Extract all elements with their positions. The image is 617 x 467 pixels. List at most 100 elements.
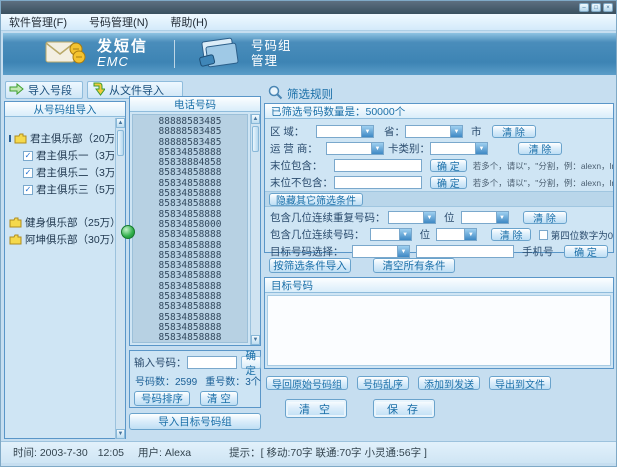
transfer-green-button[interactable] [121,225,135,239]
target-panel-header: 目标号码 [265,278,613,293]
chevron-down-icon[interactable]: ▼ [464,229,476,240]
suffix-include-confirm-button[interactable]: 确 定 [430,159,467,172]
tree-item[interactable]: ✓君主俱乐一（3万） [6,147,114,164]
chevron-down-icon[interactable]: ▼ [397,246,409,257]
window-controls: – □ × [579,3,613,12]
serial-digits-clear-button[interactable]: 清 除 [491,228,531,241]
export-actions-row: 导回原始号码组号码乱序添加到发送导出到文件 [266,376,551,390]
scroll-thumb[interactable] [117,130,124,156]
serial-digits-value-select[interactable]: ▼ [436,228,477,241]
green-arrow-right-icon [9,83,24,98]
fourth-digit-checkbox[interactable] [539,230,548,240]
carrier-clear-button[interactable]: 清 除 [518,142,562,155]
tree-item-label: 君主俱乐一（3万） [36,148,114,163]
tree-node-icon[interactable] [9,135,11,142]
scroll-up-icon[interactable]: ▲ [251,114,260,124]
repeat-digits-clear-button[interactable]: 清 除 [523,211,567,224]
header-banner: 发短信 EMC 号码组 管理 [3,33,616,75]
repeat-digits-value-select[interactable]: ▼ [461,211,509,224]
chevron-down-icon[interactable]: ▼ [475,143,487,154]
minimize-icon[interactable]: – [579,3,589,12]
scroll-up-icon[interactable]: ▲ [116,118,125,128]
number-input[interactable] [187,356,237,369]
multi-value-hint: 若多个，请以"，"分割，例：alexn，lmn，alexn.net。 [473,177,613,189]
app-window: – □ × 软件管理(F) 号码管理(N) 帮助(H) 发短信 EMC [0,0,617,467]
number-input-box: 输入号码： 确定 号码数：2599 重号数：3个 号码排序 清 空 [129,350,261,408]
chevron-down-icon[interactable]: ▼ [450,126,462,137]
suffix-exclude-input[interactable] [334,176,422,189]
scroll-down-icon[interactable]: ▼ [251,335,260,345]
export-back-original-button[interactable]: 导回原始号码组 [266,376,348,390]
region-select[interactable]: ▼ [316,125,374,138]
carrier-select[interactable]: ▼ [326,142,384,155]
menu-item-2[interactable]: 帮助(H) [170,14,207,30]
save-button[interactable]: 保 存 [373,399,435,418]
module-heading: 号码组 管理 [197,36,292,73]
phone-number-list: 8888858348588888583485888885834858583485… [132,114,248,343]
repeat-digits-select[interactable]: ▼ [388,211,436,224]
chevron-down-icon[interactable]: ▼ [361,126,373,137]
statusbar: 时间: 2003-7-30 12:05 用户: Alexa 提示：[ 移动:70… [1,441,616,463]
tree-item[interactable]: ✓君主俱乐三（5万） [6,181,114,198]
clear-button[interactable]: 清 空 [285,399,347,418]
target-number-area[interactable] [267,295,611,366]
suffix-include-input[interactable] [334,159,422,172]
maximize-icon[interactable]: □ [591,3,601,12]
folder-icon [14,133,27,144]
export-to-file-button[interactable]: 导出到文件 [489,376,551,390]
status-user: 用户: Alexa [138,445,191,460]
chevron-down-icon[interactable]: ▼ [496,212,508,223]
status-time: 时间: 2003-7-30 [13,445,88,460]
check-icon: ✓ [23,151,33,161]
phone-list-scrollbar: ▲ ▼ [250,114,260,345]
clear-all-conditions-button[interactable]: 清空所有条件 [373,258,455,273]
import-segment-wrap: 导入号段 [5,81,83,99]
region-row: 区 域： ▼ 省： ▼ 市 清 除 [265,123,613,140]
module-title: 号码组 管理 [251,39,292,69]
app-name: 发短信 [97,39,148,55]
target-number-select[interactable]: ▼ [352,245,410,258]
digit-unit-label: 位 [420,227,431,242]
import-target-group-button[interactable]: 导入目标号码组 [129,413,261,430]
chevron-down-icon[interactable]: ▼ [423,212,435,223]
number-confirm-button[interactable]: 确定 [241,356,262,369]
tree-item[interactable]: 君主俱乐部（20万） [6,130,114,147]
target-confirm-button[interactable]: 确 定 [564,245,608,258]
import-segment-button[interactable]: 导入号段 [5,81,83,99]
menu-item-0[interactable]: 软件管理(F) [9,14,67,30]
card-type-select[interactable]: ▼ [430,142,488,155]
import-by-filter-button[interactable]: 按筛选条件导入 [269,258,351,273]
app-title: 发短信 EMC [97,39,148,68]
tree-item[interactable]: 阿坤俱乐部（30万） [6,231,114,248]
shuffle-numbers-button[interactable]: 号码乱序 [357,376,409,390]
suffix-exclude-confirm-button[interactable]: 确 定 [430,176,467,189]
chevron-down-icon[interactable]: ▼ [371,143,383,154]
serial-digits-select[interactable]: ▼ [370,228,411,241]
folder-icon [9,234,22,245]
target-number-input[interactable] [416,245,514,258]
close-icon[interactable]: × [603,3,613,12]
filtered-count-header: 已筛选号码数量是：50000个 [265,104,613,119]
phone-number[interactable]: 85834858888 [133,333,247,343]
tree-item[interactable]: 健身俱乐部（25万） [6,214,114,231]
menu-item-1[interactable]: 号码管理(N) [89,14,148,30]
chevron-down-icon[interactable]: ▼ [399,229,411,240]
scroll-down-icon[interactable]: ▼ [116,429,125,439]
menubar: 软件管理(F) 号码管理(N) 帮助(H) [1,14,616,31]
add-to-send-button[interactable]: 添加到发送 [418,376,480,390]
group-tree: 君主俱乐部（20万）✓君主俱乐一（3万）✓君主俱乐二（3万）✓君主俱乐三（5万）… [6,118,114,437]
region-clear-button[interactable]: 清 除 [492,125,536,138]
scroll-thumb[interactable] [252,126,259,152]
province-select[interactable]: ▼ [405,125,463,138]
sort-numbers-button[interactable]: 号码排序 [134,391,190,406]
group-panel-header: 从号码组导入 [5,102,125,117]
envelope-icon [45,37,87,72]
clear-numbers-button[interactable]: 清 空 [200,391,238,406]
phone-panel: 电话号码 88888583485888885834858888858348585… [129,96,261,346]
folder-stack-icon [197,36,241,73]
check-icon: ✓ [23,185,33,195]
hide-conditions-button[interactable]: 隐藏其它筛选条件 [269,193,363,206]
tree-item[interactable]: ✓君主俱乐二（3万） [6,164,114,181]
tree-item-label: 阿坤俱乐部（30万） [25,232,114,247]
filtered-count-text: 已筛选号码数量是：50000个 [271,104,405,119]
